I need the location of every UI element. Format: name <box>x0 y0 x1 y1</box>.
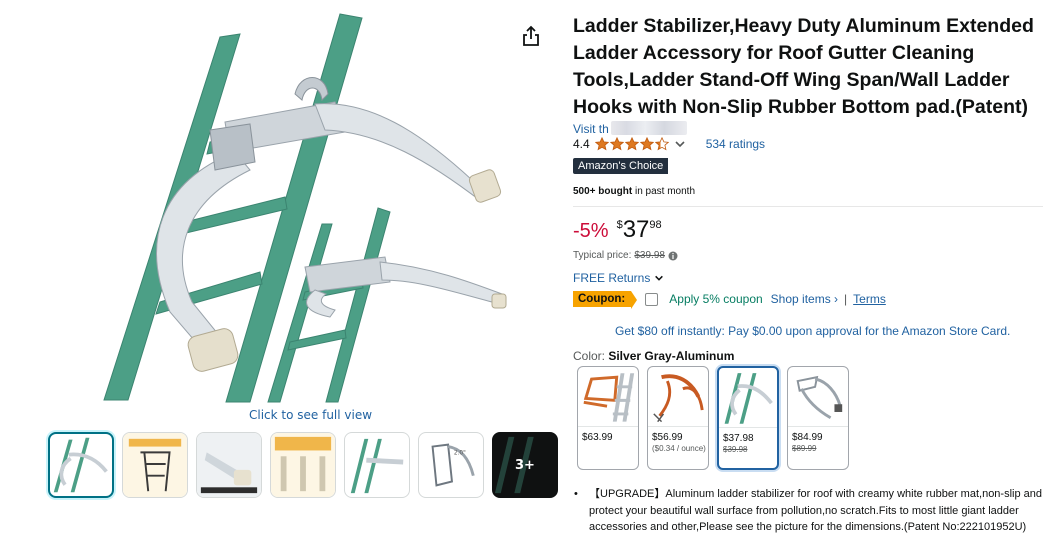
swatch-price: $37.98 <box>723 433 754 444</box>
price-block: -5% $ 37 98 <box>573 216 662 244</box>
thumbnail-more-videos[interactable]: 3+ <box>492 432 558 498</box>
typical-price: Typical price: $39.98 <box>573 250 678 261</box>
info-icon[interactable] <box>668 251 678 261</box>
thumbnail-3[interactable] <box>196 432 262 498</box>
bought-suffix: in past month <box>632 186 695 197</box>
visit-store-label: Visit th <box>573 122 609 136</box>
swatch-image <box>788 367 848 427</box>
free-returns-link[interactable]: FREE Returns <box>573 271 664 285</box>
swatch-list-price: $89.99 <box>792 444 817 453</box>
swatch-image <box>719 368 777 428</box>
star-icon <box>654 137 669 151</box>
terms-link[interactable]: Terms <box>853 292 886 306</box>
click-to-see-full-view-link[interactable]: Click to see full view <box>249 408 372 422</box>
apply-coupon-checkbox[interactable] <box>645 292 659 306</box>
feature-bullets: 【UPGRADE】Aluminum ladder stabilizer for … <box>573 486 1048 536</box>
star-icon <box>639 137 654 151</box>
more-count-label: 3+ <box>515 457 535 473</box>
star-icon <box>624 137 639 151</box>
selected-color-name: Silver Gray-Aluminum <box>608 349 735 363</box>
visit-store-link[interactable]: Visit th <box>573 121 687 136</box>
free-returns-label: FREE Returns <box>573 271 651 285</box>
typical-price-value: $39.98 <box>634 250 665 261</box>
color-swatch-4[interactable]: $84.99 $89.99 <box>787 366 849 470</box>
color-swatch-2[interactable]: $56.99 ($0.34 / ounce) <box>647 366 709 470</box>
star-rating[interactable] <box>594 137 669 151</box>
thumbnail-5[interactable] <box>344 432 410 498</box>
swatch-list-price: $39.98 <box>723 445 748 454</box>
rating-row: 4.4 534 ratings <box>573 137 765 151</box>
rating-value: 4.4 <box>573 137 590 151</box>
redacted-store-name <box>610 121 687 135</box>
bought-in-past-month: 500+ bought in past month <box>573 186 695 197</box>
chevron-down-icon[interactable] <box>674 138 686 150</box>
bought-count: 500+ bought <box>573 186 633 197</box>
swatch-price: $56.99 <box>652 432 683 443</box>
svg-text:2.0": 2.0" <box>454 450 466 456</box>
product-title: Ladder Stabilizer,Heavy Duty Aluminum Ex… <box>573 15 1034 118</box>
swatch-price: $84.99 <box>792 432 823 443</box>
coupon-row: Coupon: Apply 5% coupon Shop items › | T… <box>573 291 886 309</box>
price-fraction: 98 <box>649 219 662 231</box>
swatch-unit-price: ($0.34 / ounce) <box>652 444 706 453</box>
divider <box>573 206 1043 207</box>
feature-bullet: 【UPGRADE】Aluminum ladder stabilizer for … <box>573 486 1048 536</box>
main-product-image[interactable] <box>100 12 520 404</box>
color-label: Color: <box>573 349 609 363</box>
share-icon[interactable] <box>520 24 542 48</box>
thumbnail-strip: 2.0" 3+ <box>48 432 558 498</box>
star-icon <box>594 137 609 151</box>
coupon-badge: Coupon: <box>573 291 638 309</box>
typical-price-label: Typical price: <box>573 250 632 261</box>
amazons-choice-badge: Amazon's Choice <box>573 158 669 174</box>
separator: | <box>844 292 848 306</box>
color-swatches: $63.99 $56.99 ($0.34 / ounce) $37.98 $39… <box>577 366 849 470</box>
ratings-count-link[interactable]: 534 ratings <box>706 137 765 151</box>
color-selector-label: Color: Silver Gray-Aluminum <box>573 349 734 363</box>
shop-items-link[interactable]: Shop items › <box>771 292 838 306</box>
apply-coupon-label[interactable]: Apply 5% coupon <box>669 292 762 306</box>
discount-percent: -5% <box>573 220 609 242</box>
swatch-image <box>648 367 708 427</box>
thumbnail-2[interactable] <box>122 432 188 498</box>
chevron-down-icon <box>655 275 664 281</box>
star-icon <box>609 137 624 151</box>
thumbnail-6[interactable]: 2.0" <box>418 432 484 498</box>
swatch-price: $63.99 <box>582 432 613 443</box>
swatch-image <box>578 367 638 427</box>
thumbnail-4[interactable] <box>270 432 336 498</box>
thumbnail-1[interactable] <box>48 432 114 498</box>
store-card-offer-link[interactable]: Get $80 off instantly: Pay $0.00 upon ap… <box>615 324 1010 338</box>
price-whole: 37 <box>622 216 650 243</box>
image-gallery: Click to see full view 2.0" 3+ <box>0 0 560 554</box>
color-swatch-1[interactable]: $63.99 <box>577 366 639 470</box>
color-swatch-3-selected[interactable]: $37.98 $39.98 <box>717 366 779 470</box>
